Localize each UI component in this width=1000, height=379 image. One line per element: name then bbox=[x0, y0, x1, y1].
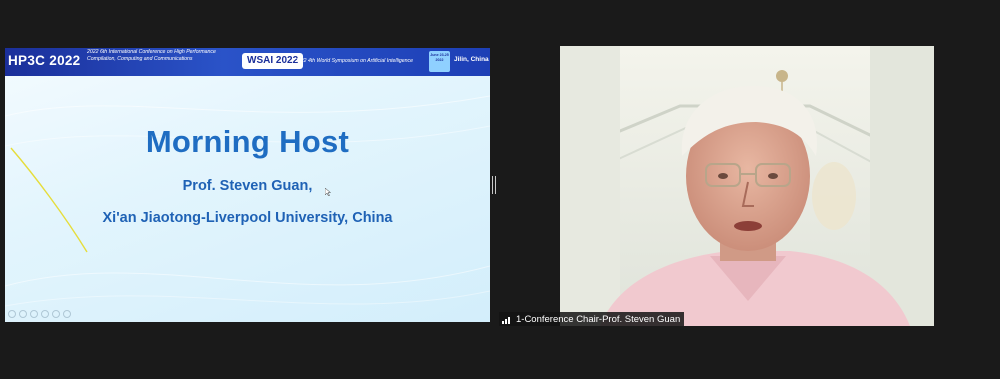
participant-name-tag: 1-Conference Chair-Prof. Steven Guan bbox=[499, 312, 685, 326]
hp3c-description: 2022 6th International Conference on Hig… bbox=[87, 49, 216, 62]
wsai-logo: WSAI 2022 bbox=[242, 53, 304, 69]
toolbar-next-icon[interactable] bbox=[19, 310, 27, 318]
video-frame bbox=[560, 46, 934, 326]
location-label: Jilin, China bbox=[454, 56, 489, 63]
toolbar-view-icon[interactable] bbox=[41, 310, 49, 318]
slide-toolbar bbox=[8, 310, 71, 320]
toolbar-prev-icon[interactable] bbox=[8, 310, 16, 318]
connection-signal-icon bbox=[502, 315, 512, 324]
toolbar-zoom-icon[interactable] bbox=[52, 310, 60, 318]
slide-header-banner: HP3C 2022 2022 6th International Confere… bbox=[5, 48, 490, 76]
slide-title: Morning Host bbox=[145, 124, 350, 159]
wsai-description: 2022 4th World Symposium on Artificial I… bbox=[295, 58, 414, 64]
participant-video[interactable] bbox=[560, 46, 934, 326]
hp3c-logo: HP3C 2022 bbox=[8, 53, 81, 68]
date-badge: June 23-25 2022 bbox=[429, 51, 450, 72]
mouse-cursor-icon bbox=[325, 188, 331, 196]
participant-name-label: 1-Conference Chair-Prof. Steven Guan bbox=[516, 313, 681, 325]
split-divider-handle[interactable] bbox=[492, 176, 496, 194]
toolbar-pen-icon[interactable] bbox=[30, 310, 38, 318]
shared-screen-slide: HP3C 2022 2022 6th International Confere… bbox=[5, 48, 490, 322]
host-name: Prof. Steven Guan, bbox=[182, 178, 313, 194]
decorative-swoosh bbox=[5, 95, 490, 307]
host-affiliation: Xi'an Jiaotong-Liverpool University, Chi… bbox=[102, 210, 393, 226]
toolbar-menu-icon[interactable] bbox=[63, 310, 71, 318]
